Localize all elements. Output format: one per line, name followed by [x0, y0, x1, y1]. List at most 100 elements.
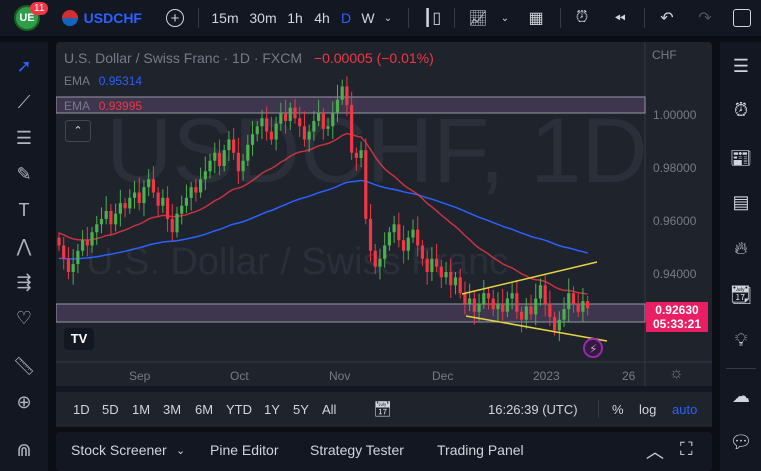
compare-add-button[interactable]: + — [162, 0, 188, 36]
candle-body — [118, 203, 122, 214]
candles-chart-type-icon[interactable]: ┃▯ — [420, 0, 444, 36]
last-price-tag: 0.92630 05:33:21 — [646, 302, 708, 332]
tab-pine-editor[interactable]: Pine Editor — [210, 442, 278, 458]
interval-15m[interactable]: 15m — [210, 0, 240, 36]
candle-body — [151, 179, 155, 193]
candle-body — [255, 126, 259, 135]
candle-body — [298, 118, 302, 127]
indicators-chevron-icon[interactable]: ⌄ — [498, 0, 512, 36]
interval-w[interactable]: W — [358, 0, 378, 36]
candle-body — [175, 213, 179, 233]
symbol-label: USDCHF — [83, 10, 142, 26]
candle-body — [392, 224, 396, 233]
candle-body — [104, 211, 108, 219]
support-zone[interactable] — [56, 303, 646, 323]
fib-tool-icon[interactable]: ☰ — [8, 122, 40, 154]
range-5y[interactable]: 5Y — [293, 402, 309, 417]
goto-date-calendar-icon[interactable]: 📅︎ — [373, 400, 392, 418]
zoom-in-icon[interactable]: ⊕ — [8, 386, 40, 418]
fullscreen-button[interactable] — [730, 0, 754, 36]
tab-strategy-tester[interactable]: Strategy Tester — [310, 442, 404, 458]
range-3m[interactable]: 3M — [163, 402, 181, 417]
symbol-search-button[interactable]: USDCHF — [62, 0, 142, 36]
redo-icon[interactable]: ↷ — [694, 0, 716, 36]
alerts-clock-icon[interactable]: ⏰︎ — [725, 94, 757, 126]
chart-pane[interactable]: USDCHF, 1D U.S. Dollar / Swiss Franc ⚡︎ … — [56, 42, 712, 427]
trendline-tool-icon[interactable]: ⟋ — [8, 86, 40, 118]
collapse-legend-button[interactable]: ⌃ — [65, 120, 91, 142]
watchlist-icon[interactable]: ☰ — [725, 50, 757, 82]
magnet-icon[interactable]: ⋒ — [8, 434, 40, 466]
log-toggle[interactable]: log — [639, 402, 656, 417]
candle-body — [62, 245, 66, 259]
candle-body — [222, 150, 226, 166]
candle-body — [482, 293, 486, 304]
chat-cloud-icon[interactable]: ☁ — [725, 380, 757, 412]
range-1d[interactable]: 1D — [73, 402, 90, 417]
utc-clock[interactable]: 16:26:39 (UTC) — [488, 402, 578, 417]
candle-body — [491, 298, 495, 310]
candle-body — [496, 303, 500, 310]
tradingview-logo[interactable]: TV — [64, 328, 94, 350]
candle-body — [81, 240, 85, 251]
user-avatar[interactable]: UE 11 — [12, 0, 49, 36]
percent-toggle[interactable]: % — [612, 402, 624, 417]
replay-icon[interactable]: ⏪︎ — [608, 0, 632, 36]
candle-body — [411, 229, 415, 238]
candle-body — [236, 152, 240, 172]
ema-legend-2[interactable]: EMA 0.93995 — [64, 99, 142, 113]
interval-1h[interactable]: 1h — [284, 0, 306, 36]
candle-body — [161, 197, 165, 206]
candle-body — [57, 237, 61, 246]
calendar-icon[interactable]: 📆︎ — [725, 279, 757, 311]
undo-icon[interactable]: ↶ — [656, 0, 678, 36]
interval-d[interactable]: D — [338, 0, 354, 36]
price-tick: 0.98000 — [653, 161, 697, 175]
watermark-ticker: USDCHF, 1D — [106, 100, 648, 202]
text-tool-icon[interactable]: T — [8, 194, 40, 226]
maximize-panel-icon[interactable]: ⛶ — [680, 439, 693, 460]
range-ytd[interactable]: YTD — [226, 402, 252, 417]
notification-badge: 11 — [30, 2, 49, 15]
right-sidebar: ☰ ⏰︎ 📰︎ ▤ 🔥︎ 📆︎ 💡︎ ☁ 💬︎ — [720, 42, 761, 471]
layout-grid-icon[interactable]: ▦ — [524, 0, 548, 36]
pattern-tool-icon[interactable]: ⋀ — [8, 230, 40, 262]
range-1m[interactable]: 1M — [132, 402, 150, 417]
currency-selector[interactable]: CHF — [652, 48, 677, 62]
alert-add-icon[interactable]: ⏰︎ — [570, 0, 594, 36]
interval-4h[interactable]: 4h — [311, 0, 333, 36]
interval-dropdown-chevron-icon[interactable]: ⌄ — [380, 0, 396, 36]
messages-icon[interactable]: 💬︎ — [725, 426, 757, 458]
ruler-icon[interactable]: 📏︎ — [8, 350, 40, 382]
favorites-heart-icon[interactable]: ♡ — [8, 302, 40, 334]
prediction-tool-icon[interactable]: ⇶ — [8, 266, 40, 298]
candle-body — [439, 266, 443, 278]
candle-body — [203, 171, 207, 180]
range-5d[interactable]: 5D — [102, 402, 119, 417]
candle-body — [123, 203, 127, 209]
tab-stock-screener[interactable]: Stock Screener — [71, 442, 167, 458]
auto-toggle[interactable]: auto — [672, 402, 697, 417]
candle-body — [307, 131, 311, 140]
data-window-icon[interactable]: ▤ — [725, 186, 757, 218]
hotlists-flame-icon[interactable]: 🔥︎ — [725, 232, 757, 264]
range-all[interactable]: All — [322, 402, 336, 417]
settings-sun-icon[interactable]: ☼ — [669, 365, 684, 383]
screener-chevron-icon[interactable]: ⌄ — [176, 444, 185, 457]
news-icon[interactable]: 📰︎ — [725, 142, 757, 174]
interval-30m[interactable]: 30m — [246, 0, 280, 36]
cursor-tool-icon[interactable]: ➚ — [8, 50, 40, 82]
brush-tool-icon[interactable]: ✎ — [8, 158, 40, 190]
ema-legend-1[interactable]: EMA 0.95314 — [64, 74, 142, 88]
candle-body — [420, 245, 425, 259]
candle-body — [293, 107, 297, 119]
tab-trading-panel[interactable]: Trading Panel — [437, 442, 524, 458]
indicators-icon[interactable]: 📈︎ — [466, 0, 490, 36]
chart-canvas[interactable]: USDCHF, 1D U.S. Dollar / Swiss Franc ⚡︎ — [56, 42, 712, 427]
candle-body — [401, 240, 406, 251]
range-1y[interactable]: 1Y — [264, 402, 280, 417]
expand-panel-chevron-up-icon[interactable]: ︿ — [646, 438, 664, 464]
ideas-lightbulb-icon[interactable]: 💡︎ — [725, 324, 757, 356]
range-6m[interactable]: 6M — [195, 402, 213, 417]
flag-icon — [62, 10, 78, 26]
